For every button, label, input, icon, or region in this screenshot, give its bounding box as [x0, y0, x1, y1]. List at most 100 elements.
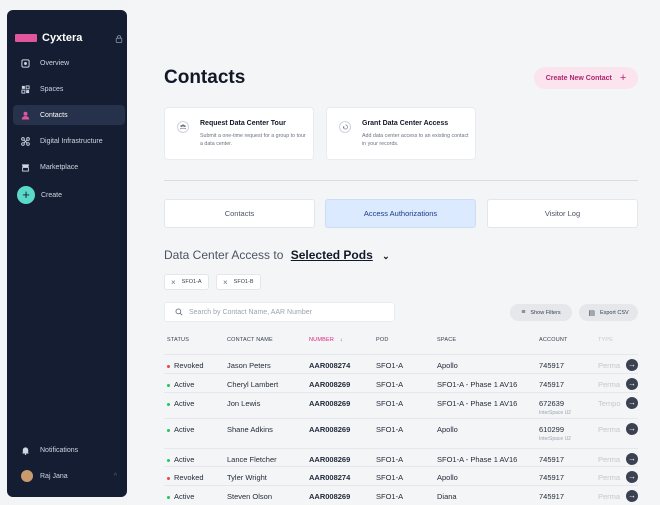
- sidebar-item-digital-infrastructure[interactable]: Digital Infrastructure: [13, 131, 125, 151]
- status-dot: [167, 402, 170, 406]
- section-divider: [164, 180, 638, 181]
- sidebar: Cyxtera Overview Spaces Contacts Digital…: [7, 10, 127, 497]
- sidebar-item-notifications[interactable]: Notifications: [13, 440, 125, 460]
- chip-label: SFO1-A: [181, 279, 202, 285]
- search-input[interactable]: Search by Contact Name, AAR Number: [164, 302, 395, 322]
- lock-icon[interactable]: [115, 35, 123, 43]
- status-cell: Active: [167, 380, 194, 389]
- create-new-contact-button[interactable]: Create New Contact +: [534, 67, 638, 89]
- account-cell: 745917: [539, 380, 565, 389]
- grant-access-card[interactable]: Grant Data Center Access Add data center…: [326, 107, 476, 160]
- column-header-contact-name[interactable]: CONTACT NAME: [227, 337, 273, 343]
- column-header-type[interactable]: TYPE: [598, 337, 613, 343]
- status-label: Revoked: [174, 361, 204, 370]
- row-arrow-icon[interactable]: →: [626, 359, 638, 371]
- close-icon[interactable]: ×: [223, 278, 228, 287]
- sidebar-item-label: Notifications: [40, 446, 79, 454]
- space-cell: Apollo: [437, 361, 458, 370]
- space-cell: SFO1-A - Phase 1 AV16: [437, 380, 518, 389]
- status-cell: Active: [167, 425, 194, 434]
- access-heading: Data Center Access to Selected Pods ⌄: [164, 248, 390, 262]
- create-button[interactable]: + Create: [13, 185, 125, 205]
- filter-icon: ≡: [521, 309, 526, 316]
- status-dot: [167, 495, 170, 499]
- sidebar-item-marketplace[interactable]: Marketplace: [13, 157, 125, 177]
- show-filters-button[interactable]: ≡ Show Filters: [510, 304, 572, 321]
- chevron-down-icon[interactable]: ⌄: [382, 251, 390, 262]
- close-icon[interactable]: ×: [171, 278, 176, 287]
- avatar: [21, 470, 33, 482]
- show-filters-label: Show Filters: [530, 309, 561, 316]
- row-arrow-icon[interactable]: →: [626, 397, 638, 409]
- sidebar-item-overview[interactable]: Overview: [13, 53, 125, 73]
- column-header-number[interactable]: NUMBER ↓: [309, 337, 343, 343]
- request-tour-card[interactable]: Request Data Center Tour Submit a one-ti…: [164, 107, 314, 160]
- document-icon: ▤: [588, 309, 595, 317]
- status-cell: Active: [167, 455, 194, 464]
- column-header-label: NUMBER: [309, 337, 335, 343]
- pod-chip[interactable]: × SFO1-B: [216, 274, 261, 290]
- row-divider: [164, 418, 638, 419]
- status-label: Active: [174, 492, 195, 501]
- export-csv-button[interactable]: ▤ Export CSV: [579, 304, 638, 321]
- pod-cell: SFO1-A: [376, 380, 404, 389]
- tab-access-authorizations[interactable]: Access Authorizations: [325, 199, 476, 228]
- space-cell: Diana: [437, 492, 457, 501]
- row-divider: [164, 448, 638, 449]
- status-label: Active: [174, 425, 195, 434]
- user-menu[interactable]: Raj Jana ^: [13, 466, 125, 486]
- bell-icon: [22, 446, 29, 455]
- pod-selector[interactable]: Selected Pods: [291, 248, 373, 262]
- column-header-pod[interactable]: POD: [376, 337, 389, 343]
- brand-mark: [15, 34, 37, 42]
- name-cell: Jason Peters: [227, 361, 271, 370]
- row-arrow-icon[interactable]: →: [626, 423, 638, 435]
- number-cell: AAR008269: [309, 492, 351, 501]
- row-divider: [164, 466, 638, 467]
- type-cell: Perma: [598, 361, 621, 370]
- type-cell: Perma: [598, 473, 621, 482]
- column-header-space[interactable]: SPACE: [437, 337, 456, 343]
- row-arrow-icon[interactable]: →: [626, 378, 638, 390]
- pod-cell: SFO1-A: [376, 492, 404, 501]
- tab-visitor-log[interactable]: Visitor Log: [487, 199, 638, 228]
- status-label: Active: [174, 399, 195, 408]
- card-description: Submit a one-time request for a group to…: [200, 133, 306, 147]
- row-arrow-icon[interactable]: →: [626, 490, 638, 502]
- create-new-contact-label: Create New Contact: [545, 74, 612, 82]
- account-sub-cell: InterSpace U2: [539, 436, 571, 442]
- column-header-account[interactable]: ACCOUNT: [539, 337, 568, 343]
- spaces-icon: [21, 84, 30, 94]
- status-dot: [167, 383, 170, 387]
- status-cell: Active: [167, 492, 194, 501]
- account-cell: 672639: [539, 399, 565, 408]
- pod-chip[interactable]: × SFO1-A: [164, 274, 209, 290]
- pod-cell: SFO1-A: [376, 473, 404, 482]
- tab-contacts[interactable]: Contacts: [164, 199, 315, 228]
- sidebar-item-spaces[interactable]: Spaces: [13, 79, 125, 99]
- name-cell: Shane Adkins: [227, 425, 273, 434]
- plus-icon: +: [17, 186, 35, 204]
- row-divider: [164, 373, 638, 374]
- number-cell: AAR008269: [309, 455, 351, 464]
- type-cell: Perma: [598, 380, 621, 389]
- column-header-status[interactable]: STATUS: [167, 337, 189, 343]
- card-title: Request Data Center Tour: [200, 120, 286, 127]
- account-cell: 745917: [539, 473, 565, 482]
- sidebar-item-contacts[interactable]: Contacts: [13, 105, 125, 125]
- pod-cell: SFO1-A: [376, 361, 404, 370]
- status-label: Active: [174, 455, 195, 464]
- space-cell: SFO1-A - Phase 1 AV16: [437, 455, 518, 464]
- type-cell: Perma: [598, 492, 621, 501]
- status-cell: Revoked: [167, 473, 204, 482]
- row-arrow-icon[interactable]: →: [626, 471, 638, 483]
- row-arrow-icon[interactable]: →: [626, 453, 638, 465]
- overview-icon: [21, 58, 30, 68]
- brand-logo[interactable]: Cyxtera: [15, 32, 82, 44]
- type-cell: Tempo: [598, 399, 621, 408]
- contacts-icon: [21, 111, 30, 120]
- pod-cell: SFO1-A: [376, 425, 404, 434]
- row-divider: [164, 354, 638, 355]
- brand-name: Cyxtera: [42, 32, 83, 44]
- type-cell: Perma: [598, 425, 621, 434]
